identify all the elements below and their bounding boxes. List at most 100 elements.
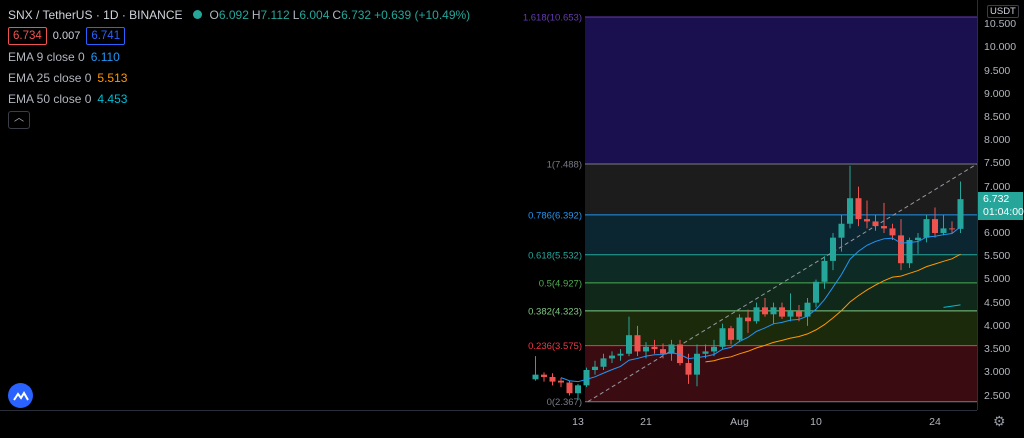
symbol-title[interactable]: SNX / TetherUS · 1D · BINANCE (8, 8, 183, 22)
ohlc-key-c: C (332, 7, 342, 22)
fib-level-label: 1.618(10.653) (523, 13, 582, 24)
price-tick: 4.500 (984, 296, 1011, 309)
candle-body (702, 351, 709, 354)
candle-body (600, 358, 607, 367)
candle-body (906, 240, 913, 264)
fib-zone (585, 17, 977, 164)
ohlc-key-o: O (209, 7, 219, 22)
candle-body (881, 226, 887, 229)
price-tick: 5.500 (984, 250, 1011, 263)
candle-body (728, 328, 734, 340)
candle-body (915, 237, 921, 241)
price-tick: 8.500 (984, 110, 1011, 123)
chart-legend: SNX / TetherUS · 1D · BINANCE O6.092 H7.1… (8, 5, 473, 129)
currency-button[interactable]: USDT (987, 5, 1019, 18)
ohlc-key-h: H (251, 7, 261, 22)
fib-zone (585, 345, 977, 402)
candle-body (575, 385, 581, 394)
ema-value: 4.453 (97, 91, 128, 106)
fib-level-label: 0.382(4.323) (528, 306, 582, 317)
ohlc-values: O6.092 H7.112 L6.004 C6.732 (210, 8, 375, 22)
ohlc-value-o: 6.092 (218, 7, 249, 22)
price-tick: 7.000 (984, 180, 1011, 193)
bid-ask-row: 6.734 0.007 6.741 (8, 26, 473, 45)
ema-label: EMA 25 close 0 (8, 70, 92, 85)
candle-body (821, 260, 828, 282)
spread-value: 0.007 (52, 29, 81, 42)
price-tick: 3.000 (984, 366, 1011, 379)
candle-body (558, 380, 564, 383)
symbol-row: SNX / TetherUS · 1D · BINANCE O6.092 H7.1… (8, 5, 473, 24)
candle-body (830, 237, 836, 261)
time-scale[interactable]: 13 21 Aug 10 24 (0, 410, 977, 434)
tradingview-logo[interactable] (8, 383, 33, 408)
price-tick: 9.000 (984, 87, 1011, 100)
chevron-up-icon: ︿ (14, 113, 24, 124)
candle-body (770, 307, 777, 315)
candle-body (796, 311, 802, 317)
time-tick: 10 (810, 416, 822, 428)
ema-label: EMA 50 close 0 (8, 91, 92, 106)
candle-body (872, 221, 879, 227)
candle-body (932, 219, 938, 234)
ema-label: EMA 9 close 0 (8, 49, 85, 64)
candle-body (813, 281, 819, 303)
candle-body (736, 317, 743, 340)
indicator-list: EMA 9 close 0 6.110 EMA 25 close 0 5.513 EMA… (8, 47, 473, 108)
ohlc-value-c: 6.732 (341, 7, 372, 22)
ohlc-value-h: 7.112 (260, 7, 290, 22)
candle-body (626, 335, 632, 354)
candle-body (643, 346, 649, 352)
price-tick: 6.000 (984, 227, 1011, 240)
bid-price[interactable]: 6.734 (8, 26, 47, 45)
last-price-value: 6.732 (983, 193, 1010, 206)
candle-body (847, 198, 853, 224)
price-tick: 10.000 (984, 41, 1017, 54)
bar-countdown: 01:04:00 (983, 206, 1024, 219)
candle-body (949, 228, 955, 230)
fib-zone (585, 163, 977, 215)
price-tick: 9.500 (984, 64, 1011, 77)
price-tick: 5.000 (984, 273, 1011, 286)
candle-body (583, 370, 590, 386)
candle-body (634, 335, 641, 352)
price-tick: 7.500 (984, 157, 1011, 170)
candle-body (532, 374, 539, 380)
price-scale[interactable]: 10.500 10.000 9.500 9.000 8.500 8.000 7.500 7.0… (977, 0, 1024, 410)
price-tick: 3.500 (984, 343, 1011, 356)
candle-body (940, 228, 947, 234)
ask-price[interactable]: 6.741 (86, 26, 126, 45)
candle-body (711, 346, 717, 352)
candle-body (957, 199, 964, 229)
price-tick: 10.500 (984, 18, 1017, 31)
ema-row[interactable]: EMA 50 close 0 4.453 (8, 89, 473, 108)
price-tick: 8.000 (984, 134, 1011, 147)
gear-icon[interactable]: ⚙ (993, 413, 1006, 430)
fib-level-label: 0(2.367) (547, 397, 582, 408)
logo-icon (12, 390, 29, 401)
candle-body (660, 349, 666, 354)
fib-zone (585, 254, 977, 283)
ema-row[interactable]: EMA 9 close 0 6.110 (8, 47, 473, 66)
candle-body (864, 219, 870, 222)
last-price-label: 6.732 01:04:00 (978, 192, 1024, 221)
candle-body (549, 376, 556, 382)
fib-level-label: 0.618(5.532) (528, 250, 582, 261)
candle-body (609, 355, 615, 359)
fib-level-label: 1(7.488) (547, 159, 582, 170)
time-tick: 24 (929, 416, 941, 428)
candle-body (745, 317, 751, 322)
candle-body (923, 219, 930, 238)
candle-body (566, 382, 573, 394)
candle-body (541, 374, 547, 377)
fib-zone (585, 282, 977, 311)
price-tick: 2.500 (984, 389, 1011, 402)
candle-body (753, 307, 760, 322)
candle-body (779, 307, 785, 317)
candle-body (838, 223, 845, 238)
time-tick: Aug (730, 416, 749, 428)
market-status-icon (192, 10, 202, 19)
time-tick: 21 (640, 416, 652, 428)
collapse-legend-button[interactable]: ︿ (8, 111, 30, 129)
ema-row[interactable]: EMA 25 close 0 5.513 (8, 68, 473, 87)
